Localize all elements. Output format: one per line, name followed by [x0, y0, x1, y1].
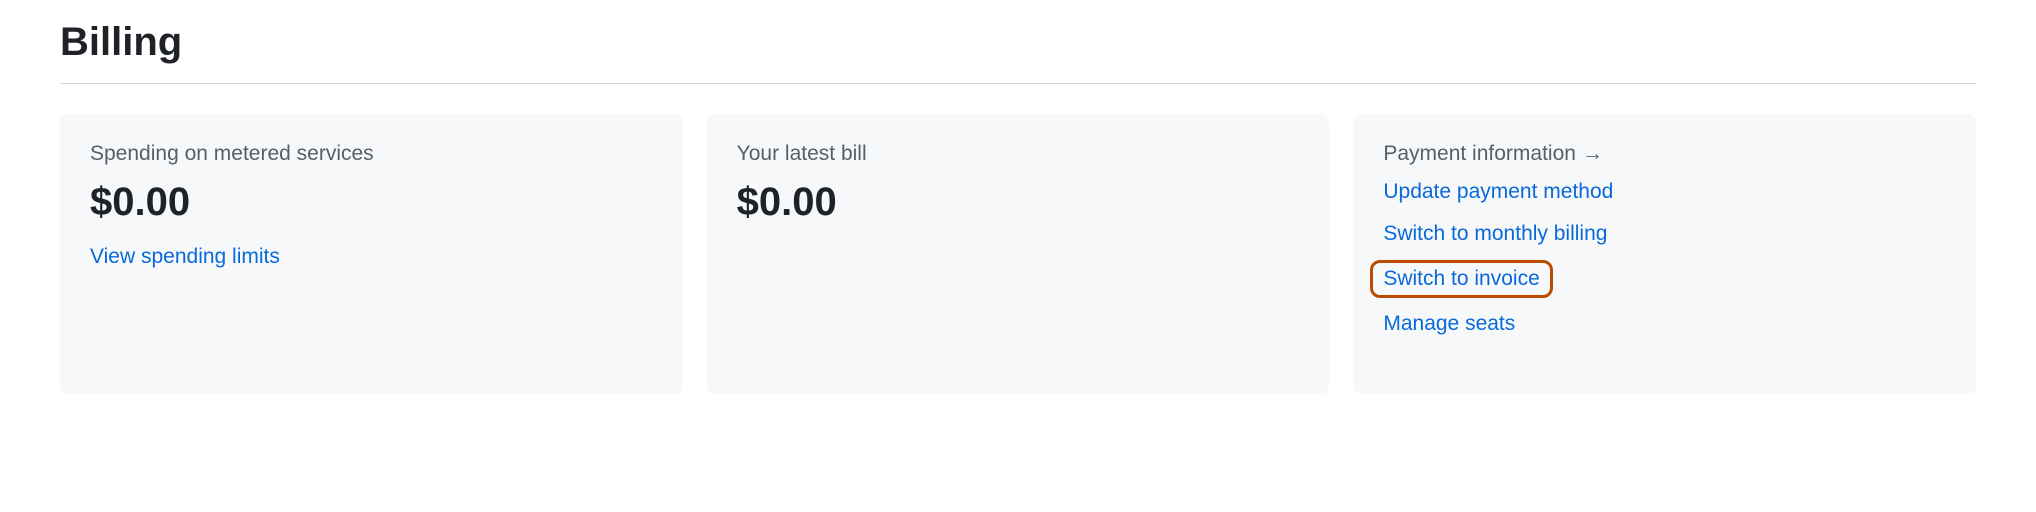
billing-cards-row: Spending on metered services $0.00 View … [60, 114, 1976, 394]
spending-amount: $0.00 [90, 180, 653, 225]
spending-card: Spending on metered services $0.00 View … [60, 114, 683, 394]
payment-info-heading-link[interactable]: Payment information → [1383, 142, 1946, 166]
latest-bill-heading: Your latest bill [737, 142, 1300, 166]
latest-bill-card: Your latest bill $0.00 [707, 114, 1330, 394]
switch-to-invoice-link[interactable]: Switch to invoice [1370, 260, 1552, 298]
payment-info-card: Payment information → Update payment met… [1353, 114, 1976, 394]
payment-info-heading-text: Payment information [1383, 142, 1576, 166]
latest-bill-amount: $0.00 [737, 180, 1300, 225]
arrow-right-icon: → [1582, 142, 1603, 166]
payment-info-links: Update payment method Switch to monthly … [1383, 180, 1946, 336]
update-payment-method-link[interactable]: Update payment method [1383, 180, 1613, 204]
view-spending-limits-link[interactable]: View spending limits [90, 245, 280, 269]
page-title: Billing [60, 20, 1976, 65]
manage-seats-link[interactable]: Manage seats [1383, 312, 1515, 336]
section-divider [60, 83, 1976, 84]
spending-heading: Spending on metered services [90, 142, 653, 166]
switch-monthly-billing-link[interactable]: Switch to monthly billing [1383, 222, 1607, 246]
